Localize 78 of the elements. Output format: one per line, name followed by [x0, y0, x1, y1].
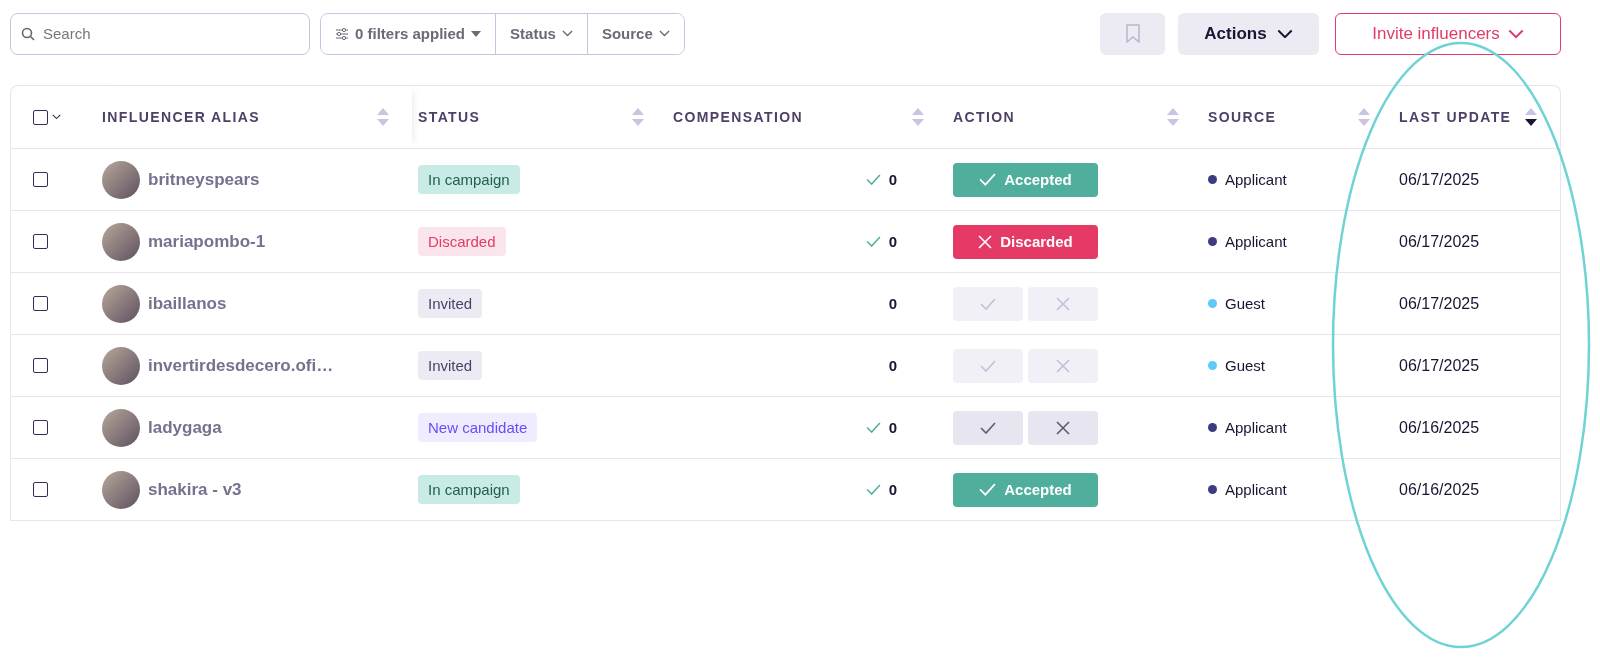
status-tag: Invited [418, 289, 483, 318]
column-header: COMPENSATION [673, 109, 804, 125]
compensation-amount: 0 [888, 295, 897, 312]
avatar-placeholder [102, 284, 140, 323]
search-icon [21, 26, 35, 41]
compensation-amount: 0 [888, 419, 897, 436]
last-update-date: 06/17/2025 [1399, 170, 1480, 189]
influencer-alias[interactable]: ladygaga [148, 417, 222, 438]
close-icon [1056, 420, 1070, 435]
status-action-button[interactable]: Discarded [953, 224, 1098, 259]
influencer-alias[interactable]: mariapombo-1 [148, 231, 266, 252]
status-action-button[interactable]: Accepted [953, 162, 1098, 197]
status-tag: Invited [418, 351, 483, 380]
chevron-down-icon [52, 114, 61, 120]
check-icon [980, 359, 996, 372]
column-header: LAST UPDATE [1399, 109, 1512, 125]
row-checkbox[interactable] [33, 358, 48, 373]
status-tag: New candidate [418, 413, 538, 442]
influencer-alias[interactable]: ibaillanos [148, 293, 227, 314]
filter-dropdown[interactable]: Source [586, 13, 684, 54]
select-all-checkbox[interactable] [33, 109, 48, 125]
chevron-down-icon [1507, 28, 1524, 39]
source-label: Applicant [1225, 419, 1287, 436]
influencer-alias[interactable]: shakira - v3 [148, 479, 242, 500]
last-update-date: 06/17/2025 [1399, 232, 1480, 251]
avatar-placeholder [102, 222, 140, 261]
check-icon [979, 173, 997, 186]
reject-button[interactable] [1028, 410, 1098, 445]
avatar-placeholder [102, 408, 140, 447]
column-header: STATUS [418, 109, 481, 125]
source-label: Applicant [1225, 233, 1287, 250]
avatar-placeholder [102, 346, 140, 385]
sort-icon[interactable] [1524, 106, 1538, 128]
row-checkbox[interactable] [33, 420, 48, 435]
avatar-placeholder [102, 160, 140, 199]
check-icon [980, 421, 996, 434]
compensation-amount: 0 [888, 171, 897, 188]
last-update-date: 06/16/2025 [1399, 480, 1480, 499]
source-label: Guest [1225, 357, 1266, 374]
close-icon [1056, 296, 1070, 311]
check-icon [980, 297, 996, 310]
sliders-icon [335, 27, 349, 40]
source-label: Guest [1225, 295, 1266, 312]
actions-button[interactable]: Actions [1178, 12, 1319, 55]
chevron-down-icon [1276, 28, 1293, 39]
status-tag: Discarded [418, 227, 506, 256]
row-checkbox[interactable] [33, 296, 48, 311]
bookmark-icon [1125, 24, 1140, 43]
last-update-date: 06/16/2025 [1399, 418, 1480, 437]
accept-button[interactable] [953, 410, 1023, 445]
column-header: INFLUENCER ALIAS [102, 109, 260, 125]
last-update-date: 06/17/2025 [1399, 294, 1480, 313]
status-tag: In campaign [418, 165, 520, 194]
source-label: Applicant [1225, 171, 1287, 188]
influencer-alias[interactable]: invertirdesdecero.ofi… [148, 355, 334, 376]
chevron-down-icon [561, 30, 573, 37]
row-checkbox[interactable] [33, 234, 48, 249]
check-icon [979, 483, 997, 496]
source-label: Applicant [1225, 481, 1287, 498]
row-checkbox[interactable] [33, 482, 48, 497]
row-checkbox[interactable] [33, 172, 48, 187]
column-header: SOURCE [1208, 109, 1277, 125]
status-tag: In campaign [418, 475, 520, 504]
last-update-date: 06/17/2025 [1399, 356, 1480, 375]
status-action-button[interactable]: Accepted [953, 472, 1098, 507]
compensation-amount: 0 [888, 481, 897, 498]
invite-button[interactable]: Invite influencers [1335, 12, 1561, 55]
compensation-amount: 0 [888, 233, 897, 250]
caret-icon [471, 30, 482, 37]
compensation-amount: 0 [888, 357, 897, 374]
column-header: ACTION [953, 109, 1016, 125]
search-field[interactable]: Search [10, 12, 310, 55]
close-icon [978, 234, 993, 249]
chevron-down-icon [658, 30, 670, 37]
influencer-alias[interactable]: britneyspears [148, 169, 260, 190]
bookmark-button[interactable] [1100, 12, 1165, 55]
avatar-placeholder [102, 470, 140, 509]
close-icon [1056, 358, 1070, 373]
